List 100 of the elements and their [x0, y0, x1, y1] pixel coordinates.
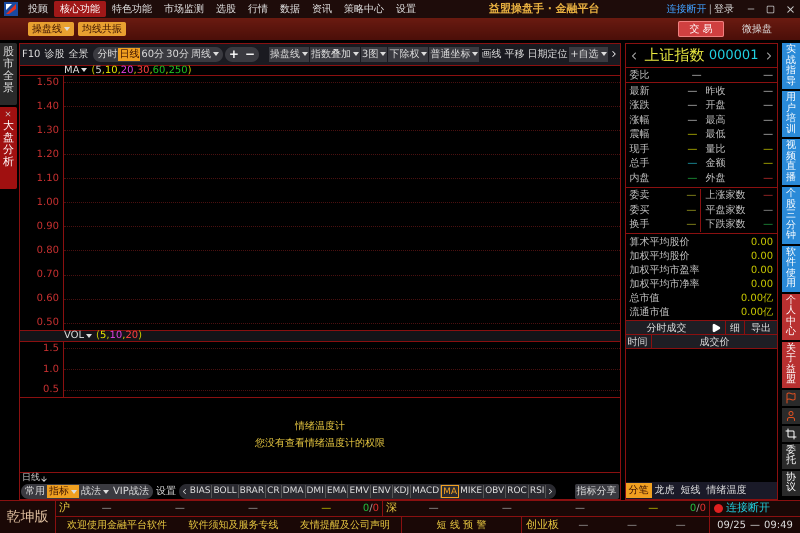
side-nav-tab[interactable]: 实战指导: [782, 43, 800, 89]
side-icon-button[interactable]: [782, 426, 800, 442]
side-tab[interactable]: 大盘分析: [0, 107, 17, 189]
panel-tab[interactable]: 情绪温度: [704, 483, 750, 498]
indicator-tab[interactable]: MACD: [411, 485, 442, 498]
notice-link[interactable]: 欢迎使用金融平台软件: [66, 518, 167, 533]
quote-label: 震幅: [630, 128, 650, 142]
indicator-tab[interactable]: BRAR: [238, 485, 266, 498]
quote-value: —: [686, 218, 696, 232]
menu-item[interactable]: 核心功能: [54, 1, 106, 17]
chart-tool-button[interactable]: +自选: [569, 46, 608, 62]
indicator-group-tab[interactable]: 战法: [78, 485, 111, 498]
toolbar-button[interactable]: 均线共振: [78, 22, 126, 36]
stat-value: 0.00: [750, 264, 774, 277]
indicator-tab[interactable]: MA: [441, 485, 460, 498]
connection-link[interactable]: 连接断开: [666, 2, 707, 16]
toolbar-button[interactable]: 操盘线: [28, 22, 74, 36]
micro-trade-button[interactable]: 微操盘: [742, 22, 772, 36]
menu-item[interactable]: 投顾: [22, 1, 54, 17]
caret-icon: [70, 490, 77, 494]
indicator-tab[interactable]: ENV: [371, 485, 393, 498]
chart-tool-button[interactable]: 普通坐标: [429, 46, 480, 62]
indicator-tab[interactable]: ROC: [506, 485, 529, 498]
indicator-tab[interactable]: EMA: [326, 485, 348, 498]
date-separator: —: [750, 518, 760, 533]
period-tab[interactable]: 分时: [96, 48, 118, 61]
menu-item[interactable]: 行情: [242, 1, 274, 17]
chart-toolbar-link[interactable]: 全景: [67, 46, 90, 62]
indicator-tab[interactable]: EMV: [348, 485, 372, 498]
side-nav-tab[interactable]: 委托: [782, 444, 800, 468]
board-value: —: [626, 518, 637, 533]
quote-value: —: [763, 218, 774, 232]
legend-label[interactable]: MA: [64, 62, 88, 78]
chart-tool-button[interactable]: 指数叠加: [310, 46, 360, 62]
chart-tool-button[interactable]: 画线: [480, 46, 502, 62]
maximize-icon[interactable]: [766, 4, 775, 14]
zoom-button[interactable]: +: [228, 48, 239, 60]
chart-tool-button[interactable]: 操盘线: [268, 46, 309, 62]
close-tab-icon[interactable]: [4, 110, 12, 118]
chart-tool-button[interactable]: 日期定位: [526, 46, 568, 62]
market-count: 0/0: [690, 502, 706, 516]
settings-link[interactable]: 设置: [154, 484, 177, 500]
detail-button[interactable]: 细: [725, 321, 744, 334]
indicator-tab[interactable]: BIAS: [188, 485, 212, 498]
indicator-group-tab[interactable]: 指标: [46, 485, 79, 498]
side-tab[interactable]: 股市全景: [0, 43, 17, 105]
indicator-tab[interactable]: BOLL: [212, 485, 239, 498]
side-nav-tab[interactable]: 个人中心: [782, 294, 800, 340]
legend-separator: ,: [149, 64, 153, 78]
menu-item[interactable]: 特色功能: [106, 1, 158, 17]
trade-button[interactable]: 交 易: [678, 21, 724, 37]
side-nav-tab[interactable]: 协议: [782, 470, 800, 496]
quote-label: 换手: [630, 218, 650, 232]
side-nav-tab[interactable]: 用户培训: [782, 91, 800, 137]
close-icon[interactable]: [785, 4, 796, 14]
menu-item[interactable]: 数据: [274, 1, 306, 17]
indicator-tab[interactable]: DMI: [306, 485, 326, 498]
indicator-tab[interactable]: RSI: [528, 485, 546, 498]
indicator-tab[interactable]: CR: [266, 485, 282, 498]
panel-tab[interactable]: 分笔: [626, 483, 652, 498]
indicator-tab[interactable]: OBV: [484, 485, 506, 498]
play-icon[interactable]: [711, 323, 722, 333]
menu-item[interactable]: 市场监测: [158, 1, 210, 17]
indicator-group-tab[interactable]: 常用: [22, 485, 47, 498]
side-nav-tab[interactable]: 关于益盟: [782, 342, 800, 388]
notice-link[interactable]: 软件须知及服务专线: [188, 518, 278, 533]
export-button[interactable]: 导出: [744, 321, 778, 334]
quote-value: —: [763, 114, 774, 128]
column-header: 时间: [626, 335, 652, 348]
quote-label: 最高: [705, 114, 726, 128]
share-button[interactable]: 指标分享: [574, 484, 619, 500]
panel-tab[interactable]: 龙虎: [652, 483, 678, 498]
period-tab[interactable]: 60分: [140, 48, 166, 61]
chart-tool-button[interactable]: 3图: [360, 46, 388, 62]
axis-label: 0.90: [36, 222, 60, 232]
indicator-tab[interactable]: KDJ: [392, 485, 412, 498]
indicator-tab[interactable]: MIKE: [459, 485, 484, 498]
zoom-button[interactable]: −: [244, 48, 256, 60]
login-link[interactable]: 登录: [714, 2, 734, 16]
menu-item[interactable]: 策略中心: [338, 1, 390, 17]
side-nav-tab[interactable]: 个股三分钟: [782, 187, 800, 244]
indicator-tab[interactable]: DMA: [282, 485, 306, 498]
chart-toolbar-link[interactable]: 诊股: [43, 46, 66, 62]
indicator-group-tab[interactable]: VIP战法: [110, 485, 151, 498]
chart-tool-button[interactable]: 平移: [503, 46, 526, 62]
menu-item[interactable]: 选股: [210, 1, 242, 17]
menu-item[interactable]: 资讯: [306, 1, 338, 17]
side-nav-tab[interactable]: 视频直播: [782, 139, 800, 185]
panel-tab[interactable]: 短线: [678, 483, 704, 498]
quote-value: —: [687, 99, 698, 114]
side-nav-tab[interactable]: 软件使用: [782, 246, 800, 292]
period-tab[interactable]: 日线: [118, 48, 140, 61]
chart-tool-button[interactable]: 下除权: [388, 46, 428, 62]
stat-value: 0.00亿: [740, 292, 774, 305]
chart-toolbar-link[interactable]: F10: [20, 46, 42, 62]
notice-link[interactable]: 友情提醒及公司声明: [300, 518, 390, 533]
period-tab[interactable]: 周线: [190, 48, 220, 61]
menu-item[interactable]: 设置: [390, 1, 422, 17]
legend-label[interactable]: VOL: [64, 328, 92, 344]
period-tab[interactable]: 30分: [165, 48, 190, 61]
